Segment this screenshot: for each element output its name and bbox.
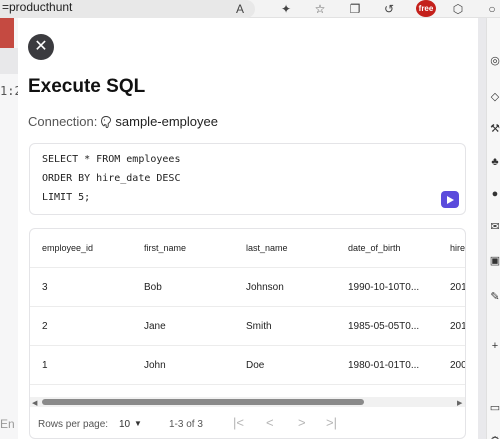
sidebar-settings-icon[interactable]: ⚙ <box>489 434 500 439</box>
dialog-title: Execute SQL <box>28 76 146 97</box>
table-cell: 3 <box>42 282 48 293</box>
column-header-last-name[interactable]: last_name <box>246 229 341 268</box>
next-page-icon[interactable]: > <box>298 415 306 430</box>
background-input-text: En <box>0 417 15 431</box>
scrollbar-thumb[interactable] <box>42 399 364 405</box>
table-cell: Doe <box>246 360 265 371</box>
browser-toolbar: =producthunt A ✦ ☆ ❐ ↺ free ⬡ ○ <box>0 0 500 18</box>
background-banner <box>0 18 14 48</box>
sidebar-add-icon[interactable]: + <box>489 340 500 352</box>
horizontal-scrollbar[interactable]: ◀ ▶ <box>30 397 465 407</box>
sidebar-tools-icon[interactable]: ⚒ <box>489 122 500 135</box>
column-header-first-name[interactable]: first_name <box>144 229 239 268</box>
scroll-right-icon[interactable]: ▶ <box>457 399 462 407</box>
table-cell: 201 <box>450 282 466 293</box>
sql-editor[interactable]: SELECT * FROM employees ORDER BY hire_da… <box>29 143 466 215</box>
collections-icon[interactable]: ❐ <box>347 1 363 17</box>
address-bar[interactable]: =producthunt <box>0 0 255 18</box>
postgresql-icon <box>101 115 112 128</box>
table-cell: 2 <box>42 321 48 332</box>
sidebar-drop-icon[interactable]: ▣ <box>489 254 500 267</box>
results-table-body[interactable]: employee_id first_name last_name date_of… <box>30 229 466 397</box>
background-page-right <box>478 18 486 439</box>
column-header-hire-date[interactable]: hire <box>450 229 465 268</box>
sidebar-games-icon[interactable]: ♣ <box>489 156 500 168</box>
sidebar-shopping-icon[interactable]: ◇ <box>489 90 500 103</box>
table-row[interactable]: 3 Bob Johnson 1990-10-10T0... 201 <box>30 268 466 307</box>
profile-icon[interactable]: ○ <box>484 1 500 17</box>
caret-down-icon[interactable]: ▼ <box>134 419 142 428</box>
extensions-icon[interactable]: ✦ <box>278 1 294 17</box>
history-icon[interactable]: ↺ <box>381 1 397 17</box>
sidebar-search-icon[interactable]: ◎ <box>489 54 500 67</box>
table-cell: 200 <box>450 360 466 371</box>
previous-page-icon[interactable]: < <box>266 415 274 430</box>
rows-per-page-label: Rows per page: <box>38 419 109 430</box>
close-button[interactable]: ✕ <box>28 34 54 60</box>
pagination: Rows per page: 10 ▼ 1-3 of 3 |< < > >| <box>30 409 465 438</box>
table-cell: Bob <box>144 282 162 293</box>
run-query-button[interactable] <box>441 191 459 208</box>
sidebar-outlook-icon[interactable]: ✉ <box>489 220 500 233</box>
connection-label: Connection: <box>28 114 98 129</box>
pagination-range: 1-3 of 3 <box>169 419 203 430</box>
background-bar <box>0 48 18 74</box>
connection-name: sample-employee <box>115 114 218 129</box>
address-bar-text: =producthunt <box>2 0 73 14</box>
scroll-left-icon[interactable]: ◀ <box>32 399 37 407</box>
extension-icon[interactable]: ⬡ <box>450 1 466 17</box>
sidebar-office-icon[interactable]: ● <box>489 188 500 200</box>
read-aloud-icon[interactable]: A <box>232 1 248 17</box>
table-row[interactable]: 1 John Doe 1980-01-01T0... 200 <box>30 346 466 385</box>
close-icon: ✕ <box>34 38 48 55</box>
play-icon <box>446 195 454 204</box>
browser-sidebar: ◎ ◇ ⚒ ♣ ● ✉ ▣ ✎ + ▭ ⚙ <box>486 18 500 439</box>
table-cell: 1 <box>42 360 48 371</box>
sidebar-split-icon[interactable]: ▭ <box>489 401 500 414</box>
results-table: employee_id first_name last_name date_of… <box>29 228 466 439</box>
table-cell: 201 <box>450 321 466 332</box>
column-header-date-of-birth[interactable]: date_of_birth <box>348 229 426 268</box>
table-cell: 1980-01-01T0... <box>348 360 420 371</box>
sql-line: LIMIT 5; <box>42 192 91 203</box>
extension-badge-icon[interactable]: free <box>416 0 436 17</box>
rows-per-page-select[interactable]: 10 <box>119 419 130 430</box>
column-header-employee-id[interactable]: employee_id <box>42 229 137 268</box>
table-cell: Jane <box>144 321 166 332</box>
table-cell: 1990-10-10T0... <box>348 282 420 293</box>
sql-line: ORDER BY hire_date DESC <box>42 173 181 184</box>
first-page-icon[interactable]: |< <box>233 415 244 430</box>
table-header-row: employee_id first_name last_name date_of… <box>30 229 465 268</box>
execute-sql-dialog: ✕ Execute SQL Connection: sample-employe… <box>18 18 478 439</box>
connection-info: Connection: sample-employee <box>28 114 218 129</box>
last-page-icon[interactable]: >| <box>326 415 337 430</box>
table-cell: 1985-05-05T0... <box>348 321 420 332</box>
table-row[interactable]: 2 Jane Smith 1985-05-05T0... 201 <box>30 307 466 346</box>
sidebar-designer-icon[interactable]: ✎ <box>489 290 500 303</box>
table-cell: John <box>144 360 166 371</box>
sql-line: SELECT * FROM employees <box>42 154 181 165</box>
table-cell: Johnson <box>246 282 284 293</box>
favorites-icon[interactable]: ☆ <box>312 1 328 17</box>
background-page <box>0 18 18 439</box>
table-cell: Smith <box>246 321 272 332</box>
